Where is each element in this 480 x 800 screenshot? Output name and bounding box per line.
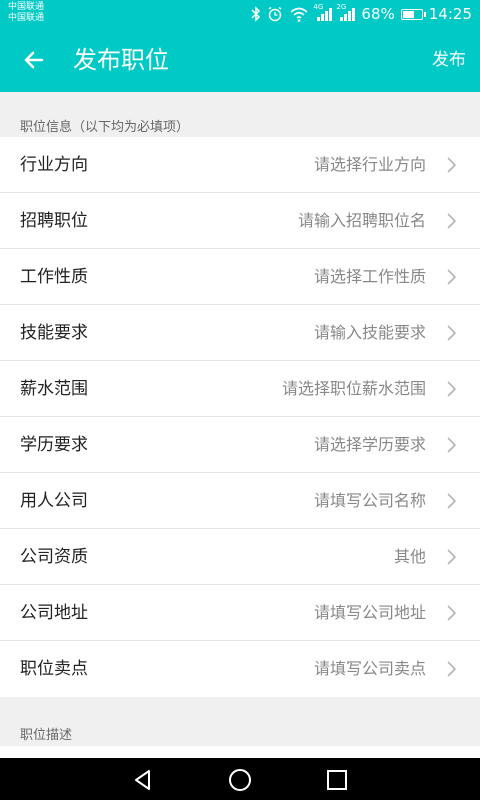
wifi-icon xyxy=(290,7,308,22)
row-label: 公司资质 xyxy=(20,547,88,567)
status-icons: 4G 2G 68% 14:25 xyxy=(251,3,472,24)
carrier-1: 中国联通 xyxy=(8,2,45,12)
row-value: 请填写公司名称 xyxy=(313,491,426,510)
row-label: 薪水范围 xyxy=(20,379,88,399)
chevron-right-icon xyxy=(447,325,457,341)
arrow-left-icon[interactable] xyxy=(20,46,48,74)
carrier-2: 中国联通 xyxy=(8,13,45,23)
row-salary[interactable]: 薪水范围 请选择职位薪水范围 xyxy=(0,361,480,417)
nav-recents-icon[interactable] xyxy=(324,767,350,793)
row-skills[interactable]: 技能要求 请输入技能要求 xyxy=(0,305,480,361)
row-company-qualification[interactable]: 公司资质 其他 xyxy=(0,529,480,585)
chevron-right-icon xyxy=(447,269,457,285)
signal-icon: 2G xyxy=(336,3,356,21)
row-value: 请选择学历要求 xyxy=(313,435,426,454)
carrier-info: 中国联通 中国联通 xyxy=(8,2,44,24)
system-nav-bar xyxy=(0,758,480,800)
row-education[interactable]: 学历要求 请选择学历要求 xyxy=(0,417,480,473)
row-value: 请填写公司卖点 xyxy=(313,659,426,678)
row-value: 请填写公司地址 xyxy=(313,603,426,622)
row-label: 技能要求 xyxy=(20,323,88,343)
nav-home-icon[interactable] xyxy=(227,767,253,793)
alarm-icon xyxy=(268,6,282,22)
row-value: 其他 xyxy=(393,547,426,566)
network-type-1: 4G xyxy=(313,3,324,11)
chevron-right-icon xyxy=(447,549,457,565)
row-industry[interactable]: 行业方向 请选择行业方向 xyxy=(0,137,480,193)
row-position[interactable]: 招聘职位 请输入招聘职位名 xyxy=(0,193,480,249)
battery-percent: 68% xyxy=(361,5,395,23)
bluetooth-icon xyxy=(251,6,261,22)
chevron-right-icon xyxy=(447,493,457,509)
clock: 14:25 xyxy=(428,5,472,23)
row-company[interactable]: 用人公司 请填写公司名称 xyxy=(0,473,480,529)
row-label: 行业方向 xyxy=(20,155,88,175)
row-label: 用人公司 xyxy=(20,491,88,511)
battery-fill xyxy=(402,10,415,18)
chevron-right-icon xyxy=(447,437,457,453)
chevron-right-icon xyxy=(447,381,457,397)
row-label: 公司地址 xyxy=(20,603,88,623)
chevron-right-icon xyxy=(447,157,457,173)
row-company-address[interactable]: 公司地址 请填写公司地址 xyxy=(0,585,480,641)
row-value: 请选择行业方向 xyxy=(313,155,426,174)
row-label: 招聘职位 xyxy=(20,211,88,231)
row-label: 工作性质 xyxy=(20,267,88,287)
row-value: 请输入招聘职位名 xyxy=(297,211,426,230)
nav-back-icon[interactable] xyxy=(130,767,156,793)
chevron-right-icon xyxy=(447,605,457,621)
job-info-list: 行业方向 请选择行业方向 招聘职位 请输入招聘职位名 工作性质 请选择工作性质 … xyxy=(0,137,480,697)
status-bar: 中国联通 中国联通 4G 2G 68% 14:25 xyxy=(0,0,480,28)
row-job-type[interactable]: 工作性质 请选择工作性质 xyxy=(0,249,480,305)
row-label: 职位卖点 xyxy=(20,659,88,679)
job-description-field[interactable] xyxy=(0,746,480,758)
row-value: 请输入技能要求 xyxy=(313,323,426,342)
page-title: 发布职位 xyxy=(73,46,169,74)
chevron-right-icon xyxy=(447,661,457,677)
signal-icon: 4G xyxy=(313,3,333,21)
network-type-2: 2G xyxy=(336,3,347,11)
battery-icon xyxy=(400,8,426,20)
section-label-job-description: 职位描述 xyxy=(20,728,73,743)
row-label: 学历要求 xyxy=(20,435,88,455)
app-bar: 发布职位 发布 xyxy=(0,28,480,92)
publish-button[interactable]: 发布 xyxy=(432,48,466,72)
chevron-right-icon xyxy=(447,213,457,229)
row-value: 请选择职位薪水范围 xyxy=(281,379,426,398)
row-value: 请选择工作性质 xyxy=(313,267,426,286)
row-selling-points[interactable]: 职位卖点 请填写公司卖点 xyxy=(0,641,480,697)
section-label-job-info: 职位信息（以下均为必填项） xyxy=(20,120,190,135)
